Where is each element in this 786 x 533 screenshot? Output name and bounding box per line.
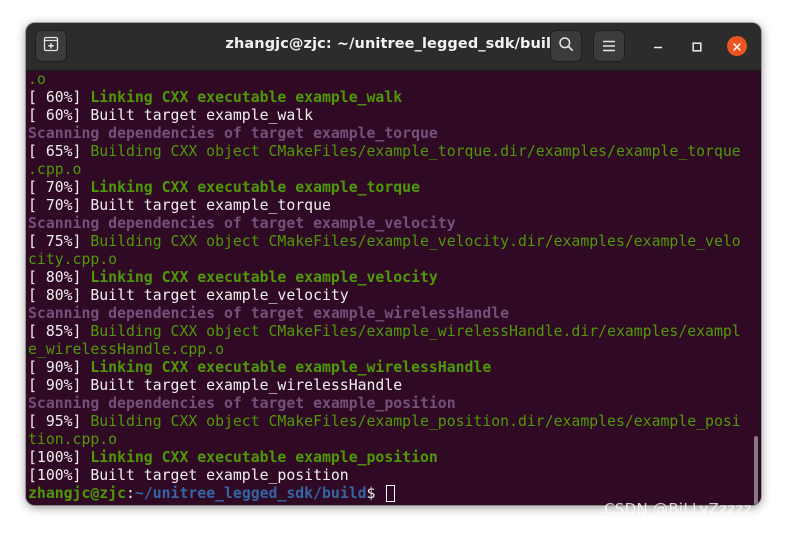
line-text: Building CXX object CMakeFiles/example_p…: [90, 413, 741, 430]
new-tab-button[interactable]: [35, 30, 67, 62]
close-icon: [732, 37, 742, 56]
line-text: Built target example_walk: [90, 107, 314, 124]
line-text: Linking CXX executable example_torque: [90, 179, 420, 196]
line-text: Building CXX object CMakeFiles/example_v…: [90, 233, 741, 250]
progress-percent: [ 85%]: [28, 323, 91, 340]
search-icon: [558, 36, 574, 56]
progress-percent: [ 75%]: [28, 233, 91, 250]
line-text: Built target example_torque: [90, 197, 331, 214]
minimize-button[interactable]: [646, 34, 670, 58]
progress-percent: [ 80%]: [28, 287, 91, 304]
line-text: Scanning dependencies of target example_…: [28, 215, 456, 232]
terminal-line: [ 65%] Building CXX object CMakeFiles/ex…: [28, 143, 741, 161]
terminal-line: Scanning dependencies of target example_…: [28, 305, 741, 323]
progress-percent: [ 70%]: [28, 179, 91, 196]
hamburger-menu-icon: [602, 37, 616, 56]
line-text: city.cpp.o: [28, 251, 118, 268]
progress-percent: [ 60%]: [28, 107, 91, 124]
line-text: Linking CXX executable example_velocity: [90, 269, 438, 286]
scrollbar-thumb[interactable]: [754, 436, 758, 505]
line-text: e_wirelessHandle.cpp.o: [28, 341, 224, 358]
title-bar: zhangjc@zjc: ~/unitree_legged_sdk/build: [26, 23, 761, 71]
terminal-line: [100%] Built target example_position: [28, 467, 741, 485]
terminal-line: e_wirelessHandle.cpp.o: [28, 341, 741, 359]
prompt-user-host: zhangjc@zjc: [28, 485, 126, 502]
prompt-path: ~/unitree_legged_sdk/build: [134, 485, 367, 502]
line-text: Scanning dependencies of target example_…: [28, 395, 456, 412]
terminal-line: [ 95%] Building CXX object CMakeFiles/ex…: [28, 413, 741, 431]
terminal-line: [ 80%] Built target example_velocity: [28, 287, 741, 305]
terminal-line: [ 80%] Linking CXX executable example_ve…: [28, 269, 741, 287]
watermark: CSDN @BiLLyZzzzz: [604, 500, 752, 518]
progress-percent: [ 90%]: [28, 359, 91, 376]
progress-percent: [ 95%]: [28, 413, 91, 430]
search-button[interactable]: [550, 30, 582, 62]
line-text: Scanning dependencies of target example_…: [28, 125, 438, 142]
terminal-line: Scanning dependencies of target example_…: [28, 215, 741, 233]
terminal-line: [ 60%] Linking CXX executable example_wa…: [28, 89, 741, 107]
close-button[interactable]: [725, 34, 749, 58]
maximize-button[interactable]: [685, 34, 709, 58]
terminal-line: [ 60%] Built target example_walk: [28, 107, 741, 125]
terminal-line: [ 75%] Building CXX object CMakeFiles/ex…: [28, 233, 741, 251]
progress-percent: [ 90%]: [28, 377, 91, 394]
line-text: tion.cpp.o: [28, 431, 118, 448]
terminal-line: [ 70%] Built target example_torque: [28, 197, 741, 215]
line-text: .cpp.o: [28, 161, 82, 178]
prompt-separator: :: [126, 485, 135, 502]
text-cursor: [386, 485, 396, 502]
terminal-line: .cpp.o: [28, 161, 741, 179]
progress-percent: [ 65%]: [28, 143, 91, 160]
progress-percent: [ 80%]: [28, 269, 91, 286]
terminal-output[interactable]: .o[ 60%] Linking CXX executable example_…: [26, 71, 761, 505]
terminal-line: [ 85%] Building CXX object CMakeFiles/ex…: [28, 323, 741, 341]
line-text: Linking CXX executable example_walk: [90, 89, 403, 106]
progress-percent: [ 70%]: [28, 197, 91, 214]
line-text: Built target example_position: [90, 467, 349, 484]
menu-button[interactable]: [593, 30, 625, 62]
terminal-line: [100%] Linking CXX executable example_po…: [28, 449, 741, 467]
terminal-line: tion.cpp.o: [28, 431, 741, 449]
progress-percent: [ 60%]: [28, 89, 91, 106]
line-text: Building CXX object CMakeFiles/example_w…: [90, 323, 741, 340]
progress-percent: [100%]: [28, 467, 91, 484]
terminal-lines: .o[ 60%] Linking CXX executable example_…: [28, 71, 741, 503]
maximize-icon: [692, 37, 702, 56]
terminal-window: zhangjc@zjc: ~/unitree_legged_sdk/build: [26, 23, 761, 505]
terminal-line: [ 90%] Linking CXX executable example_wi…: [28, 359, 741, 377]
terminal-line: Scanning dependencies of target example_…: [28, 125, 741, 143]
line-text: Scanning dependencies of target example_…: [28, 305, 510, 322]
line-text: Linking CXX executable example_wirelessH…: [90, 359, 492, 376]
prompt-symbol: $: [366, 485, 385, 502]
minimize-icon: [653, 37, 663, 56]
line-text: Linking CXX executable example_position: [90, 449, 438, 466]
line-text: .o: [28, 71, 46, 88]
new-tab-icon: [43, 36, 59, 56]
terminal-line: [ 90%] Built target example_wirelessHand…: [28, 377, 741, 395]
progress-percent: [100%]: [28, 449, 91, 466]
line-text: Building CXX object CMakeFiles/example_t…: [90, 143, 741, 160]
terminal-line: Scanning dependencies of target example_…: [28, 395, 741, 413]
line-text: Built target example_velocity: [90, 287, 349, 304]
line-text: Built target example_wirelessHandle: [90, 377, 403, 394]
terminal-line: city.cpp.o: [28, 251, 741, 269]
terminal-line: .o: [28, 71, 741, 89]
terminal-line: [ 70%] Linking CXX executable example_to…: [28, 179, 741, 197]
